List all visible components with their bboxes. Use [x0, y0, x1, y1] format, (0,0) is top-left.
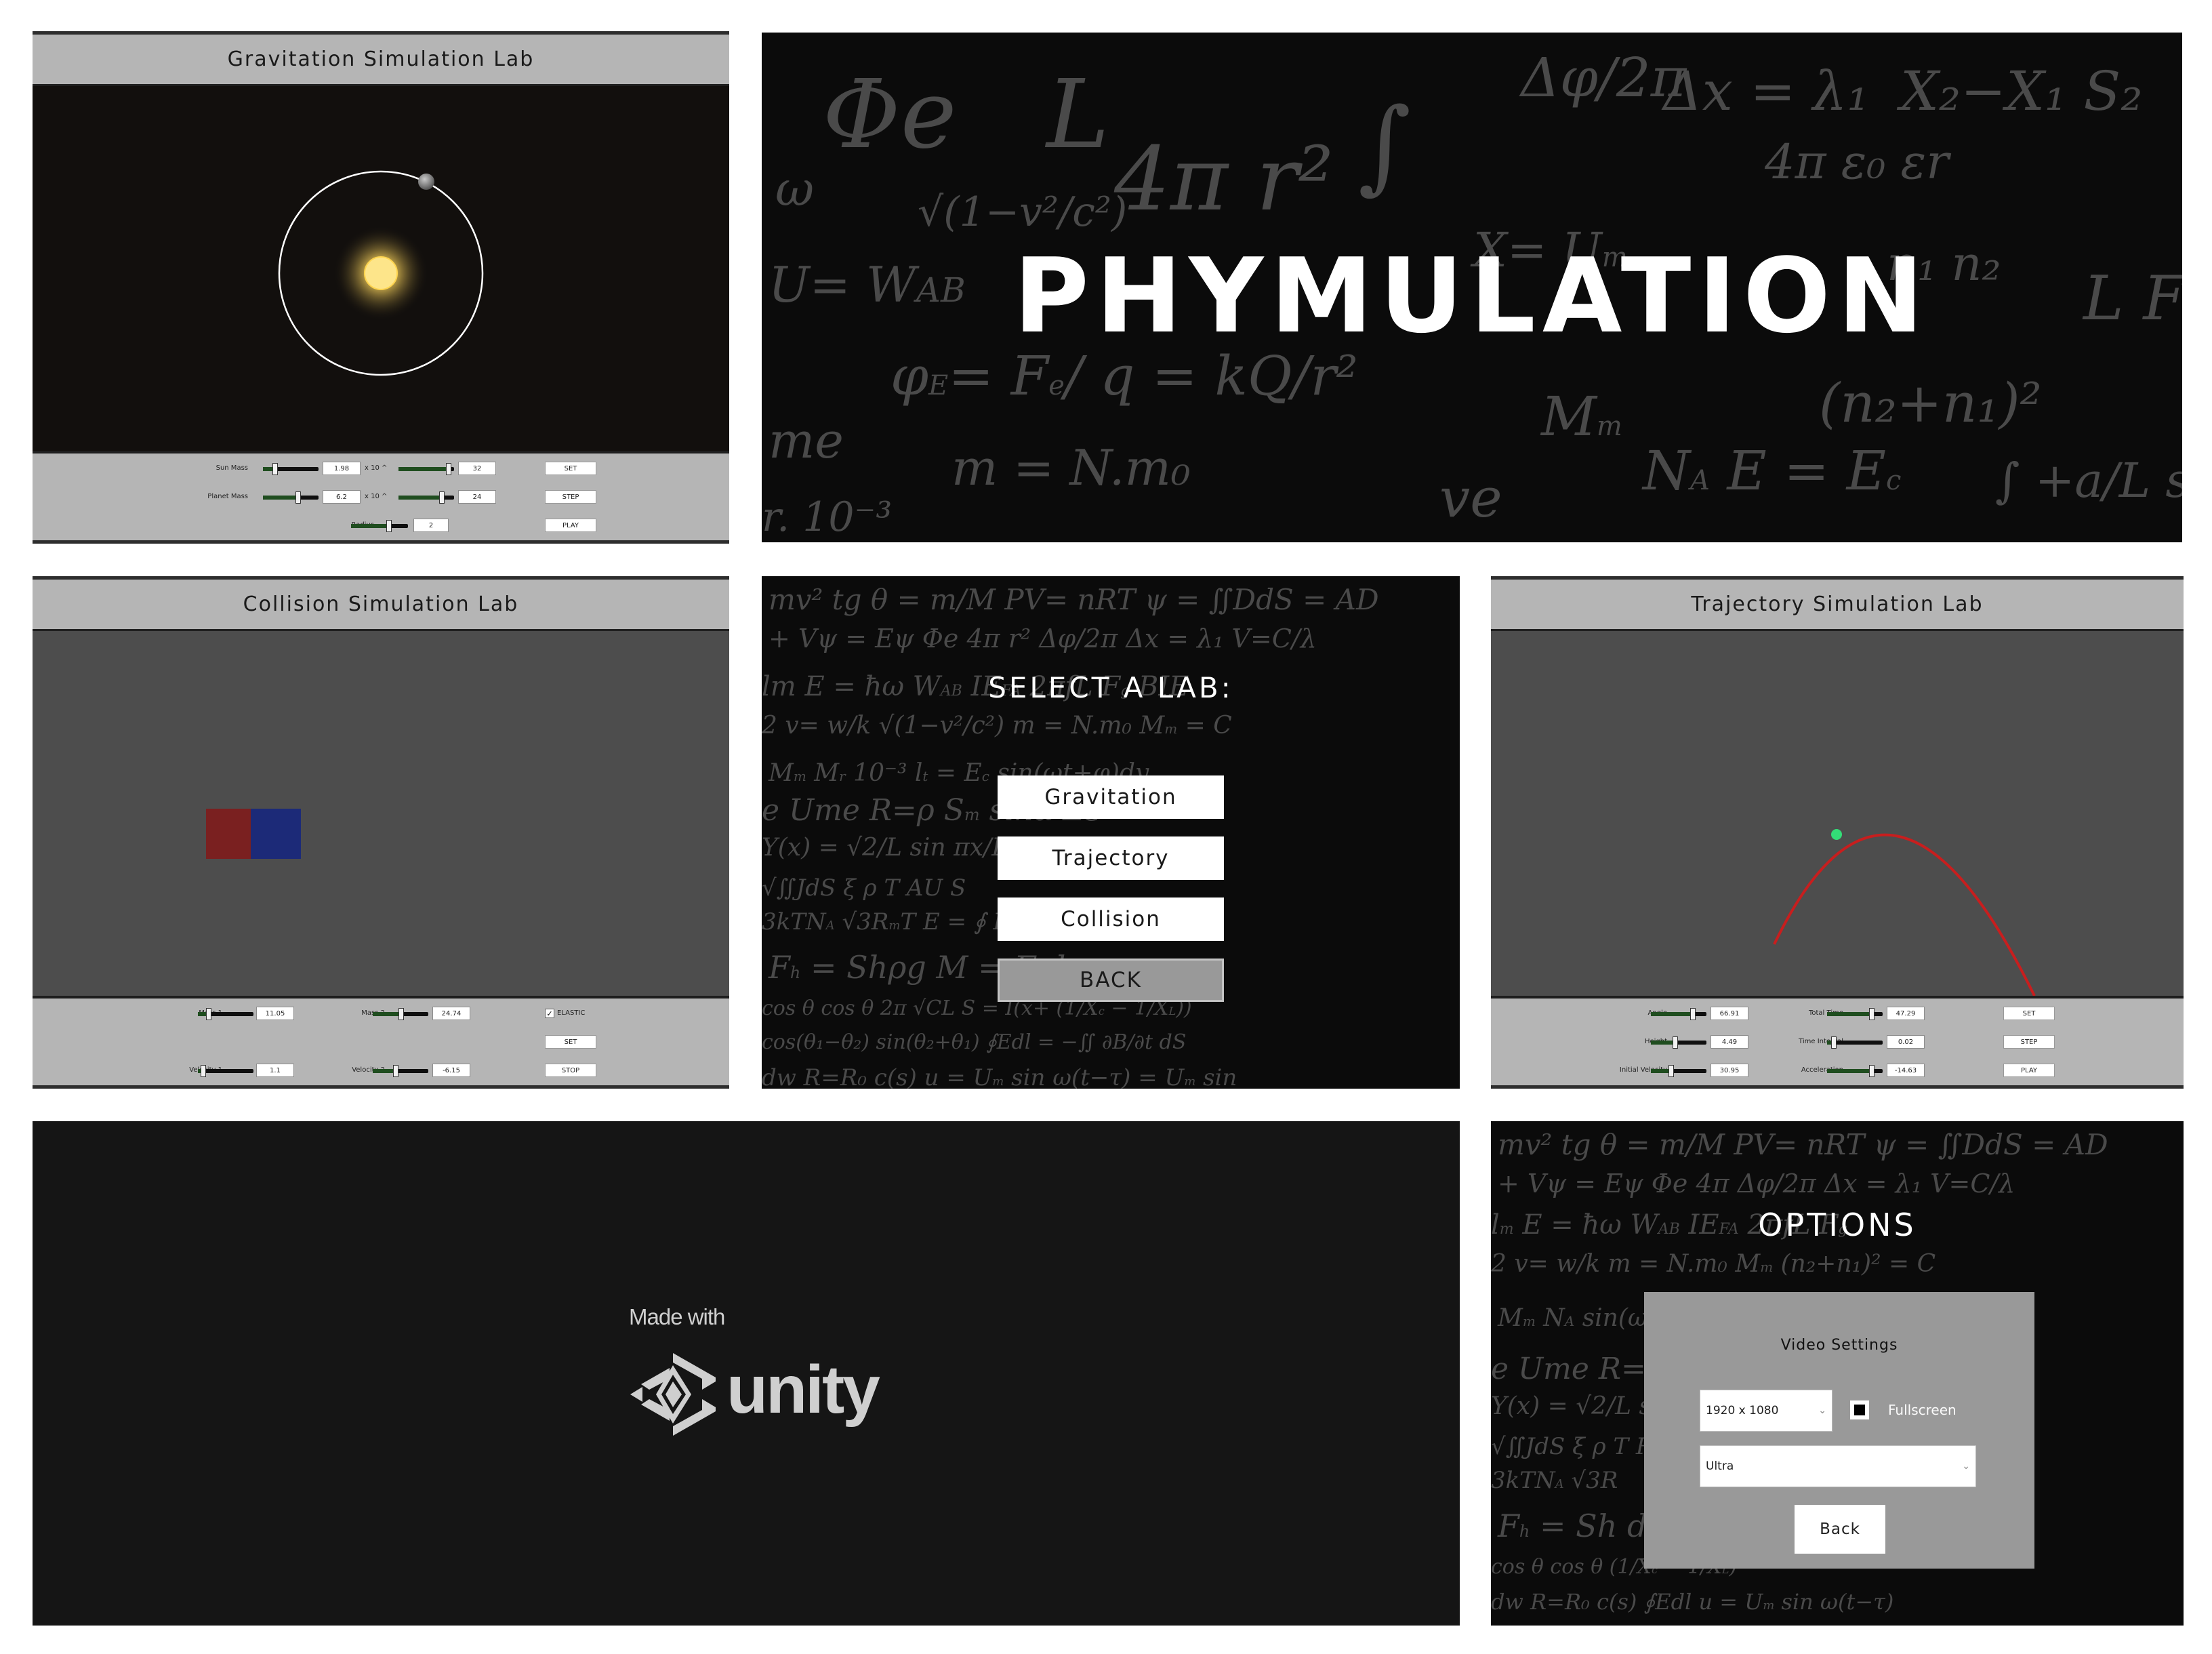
step-button[interactable]: STEP: [545, 490, 596, 504]
planet: [418, 174, 434, 190]
checkmark-icon: [1854, 1405, 1865, 1415]
mass1-slider[interactable]: [198, 1008, 253, 1020]
collision-controls: Mass 1 11.05 Mass 2 24.74 ✓ ELASTIC SET …: [33, 996, 729, 1085]
fullscreen-checkbox[interactable]: [1850, 1400, 1869, 1419]
height-field[interactable]: 4.49: [1711, 1035, 1748, 1049]
initial-velocity-field[interactable]: 30.95: [1711, 1064, 1748, 1077]
gravitation-controls: Sun Mass 1.98 x 10 ^ 32 SET Planet Mass …: [33, 451, 729, 540]
mass1-field[interactable]: 11.05: [256, 1007, 294, 1020]
app-title: PHYMULATION: [1013, 236, 1931, 356]
trajectory-scene: [1773, 829, 2036, 996]
options-heading: OPTIONS: [1758, 1207, 1917, 1243]
collision-lab-title: Collision Simulation Lab: [33, 580, 729, 631]
play-button[interactable]: PLAY: [2003, 1064, 2055, 1077]
projectile-ball: [1831, 829, 1842, 840]
sun-mass-field[interactable]: 1.98: [323, 462, 361, 475]
mass2-field[interactable]: 24.74: [432, 1007, 470, 1020]
time-interval-slider[interactable]: [1827, 1036, 1883, 1049]
trajectory-viewport: [1491, 631, 2184, 996]
trajectory-controls: Angle 66.91 Total Time 47.29 SET Height …: [1491, 996, 2184, 1085]
quality-value: Ultra: [1706, 1459, 1734, 1473]
block-left: [206, 809, 251, 859]
resolution-value: 1920 x 1080: [1706, 1404, 1779, 1417]
velocity2-slider[interactable]: [373, 1065, 428, 1077]
radius-field[interactable]: 2: [413, 519, 449, 532]
step-button[interactable]: STEP: [2003, 1035, 2055, 1049]
planet-exponent-field[interactable]: 24: [458, 490, 496, 504]
velocity1-field[interactable]: 1.1: [256, 1064, 294, 1077]
angle-slider[interactable]: [1651, 1008, 1706, 1020]
title-screen-panel: Φe ω U= WAB √(1−v²/c²) φE= Fe/ q = kQ/r²…: [762, 33, 2182, 542]
set-button[interactable]: SET: [545, 1035, 596, 1049]
gravitation-viewport: [33, 86, 729, 451]
velocity2-field[interactable]: -6.15: [432, 1064, 470, 1077]
velocity1-slider[interactable]: [198, 1065, 253, 1077]
collision-lab-panel: Collision Simulation Lab Mass 1 11.05 Ma…: [33, 576, 729, 1089]
trajectory-lab-title: Trajectory Simulation Lab: [1491, 580, 2184, 631]
select-lab-heading: SELECT A LAB:: [988, 671, 1233, 704]
planet-mass-slider[interactable]: [263, 491, 319, 504]
options-panel: mv² tg θ = m/M PV= nRT ψ = ∬DdS = AD + V…: [1491, 1121, 2184, 1626]
planet-exponent-label: x 10 ^: [365, 493, 388, 500]
play-button[interactable]: PLAY: [545, 519, 596, 532]
back-button[interactable]: BACK: [998, 959, 1224, 1002]
sun: [364, 256, 398, 290]
unity-wordmark: unity: [726, 1352, 880, 1428]
acceleration-field[interactable]: -14.63: [1887, 1064, 1925, 1077]
time-interval-field[interactable]: 0.02: [1887, 1035, 1925, 1049]
gravitation-lab-panel: Gravitation Simulation Lab Sun Mass 1.98…: [33, 31, 729, 544]
trajectory-button[interactable]: Trajectory: [998, 836, 1224, 880]
gravitation-button[interactable]: Gravitation: [998, 775, 1224, 819]
sun-exponent-label: x 10 ^: [365, 464, 388, 472]
orbit-scene: [278, 170, 484, 376]
unity-logo-icon: [629, 1352, 717, 1437]
collision-viewport: [33, 631, 729, 996]
video-settings-box: Video Settings 1920 x 1080 ⌄ Fullscreen …: [1644, 1292, 2034, 1569]
made-with-text: Made with: [629, 1304, 725, 1329]
select-lab-panel: mv² tg θ = m/M PV= nRT ψ = ∬DdS = AD + V…: [762, 576, 1460, 1089]
total-time-field[interactable]: 47.29: [1887, 1007, 1925, 1020]
elastic-checkbox[interactable]: ✓: [545, 1009, 554, 1018]
mass2-slider[interactable]: [373, 1008, 428, 1020]
total-time-slider[interactable]: [1827, 1008, 1883, 1020]
gravitation-lab-title: Gravitation Simulation Lab: [33, 35, 729, 86]
sun-exponent-slider[interactable]: [398, 463, 454, 475]
chevron-down-icon: ⌄: [1962, 1461, 1970, 1472]
acceleration-slider[interactable]: [1827, 1065, 1883, 1077]
elastic-label: ELASTIC: [557, 1009, 586, 1017]
sun-mass-label: Sun Mass: [216, 464, 248, 472]
collision-button[interactable]: Collision: [998, 897, 1224, 941]
initial-velocity-slider[interactable]: [1651, 1065, 1706, 1077]
chevron-down-icon: ⌄: [1818, 1405, 1826, 1416]
planet-mass-label: Planet Mass: [207, 493, 248, 500]
angle-field[interactable]: 66.91: [1711, 1007, 1748, 1020]
fullscreen-label: Fullscreen: [1888, 1402, 1957, 1418]
sun-mass-slider[interactable]: [263, 463, 319, 475]
block-right: [251, 809, 301, 859]
set-button[interactable]: SET: [545, 462, 596, 475]
unity-splash-panel: Made with unity: [33, 1121, 1460, 1626]
radius-slider[interactable]: [351, 520, 408, 532]
planet-exponent-slider[interactable]: [398, 491, 454, 504]
trajectory-lab-panel: Trajectory Simulation Lab Angle 66.91 To…: [1491, 576, 2184, 1089]
planet-mass-field[interactable]: 6.2: [323, 490, 361, 504]
quality-dropdown[interactable]: Ultra ⌄: [1700, 1445, 1976, 1487]
set-button[interactable]: SET: [2003, 1007, 2055, 1020]
video-settings-title: Video Settings: [1780, 1337, 1898, 1354]
resolution-dropdown[interactable]: 1920 x 1080 ⌄: [1700, 1390, 1832, 1432]
options-back-button[interactable]: Back: [1795, 1505, 1885, 1554]
trajectory-path: [1773, 833, 2036, 996]
height-slider[interactable]: [1651, 1036, 1706, 1049]
sun-exponent-field[interactable]: 32: [458, 462, 496, 475]
stop-button[interactable]: STOP: [545, 1064, 596, 1077]
